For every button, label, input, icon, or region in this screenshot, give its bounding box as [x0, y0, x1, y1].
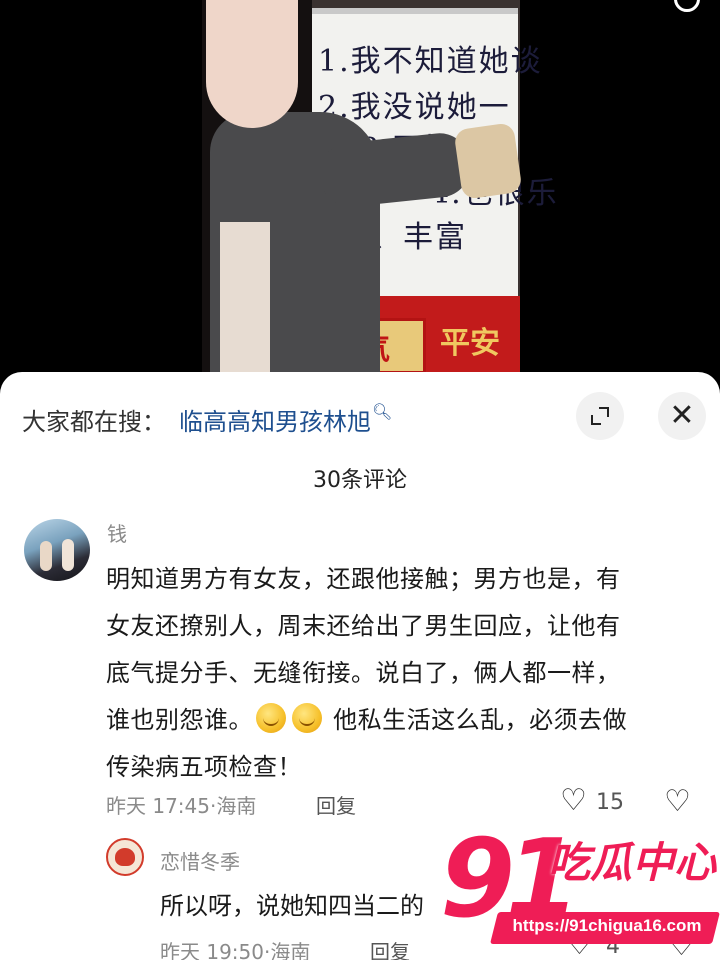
avatar[interactable]	[106, 838, 144, 876]
comment-username[interactable]: 钱	[107, 518, 127, 547]
sheet-header: 大家都在搜： 临高高知男孩林旭🔍︎ ✕	[0, 372, 720, 462]
comment-username[interactable]: 恋惜冬季	[160, 846, 240, 875]
comment-count: 30条评论	[313, 468, 407, 493]
broken-heart-icon: ♡	[668, 928, 695, 960]
like-button[interactable]: ♡	[566, 930, 593, 960]
trending-search-link[interactable]: 临高高知男孩林旭🔍︎	[179, 402, 392, 437]
presenter-cuff	[453, 122, 523, 200]
banner-right-text: 平安	[440, 326, 500, 361]
comment-line: 底气提分手、无缝衔接。说白了，俩人都一样，	[106, 659, 621, 687]
expand-icon	[591, 407, 609, 425]
comment-line: 谁也别怨谁。 他私生活这么乱，必须去做	[106, 697, 704, 744]
avatar[interactable]	[24, 519, 90, 581]
search-icon: 🔍︎	[372, 402, 393, 421]
comment-line-start: 谁也别怨谁。	[106, 706, 253, 734]
comment-time: 昨天 19:50	[160, 940, 264, 960]
comment-line-end: 他私生活这么乱，必须去做	[325, 706, 628, 734]
comment-location: 海南	[216, 794, 257, 818]
video-player[interactable]: 1.我不知道她谈 2.我没说她一 3.不比她 4.也很乐 5、丰富 福气 平安	[0, 0, 720, 372]
close-icon: ✕	[669, 398, 695, 433]
expand-button[interactable]	[576, 392, 624, 440]
like-count: 15	[596, 790, 624, 815]
comment-time: 昨天 17:45	[106, 794, 210, 818]
comment-location: 海南	[270, 940, 311, 960]
dislike-button[interactable]: ♡	[668, 928, 695, 960]
like-button[interactable]: ♡	[560, 786, 587, 816]
search-icon[interactable]	[674, 0, 700, 12]
reply-button[interactable]: 回复	[316, 790, 356, 819]
comment-meta: 昨天 19:50·海南	[160, 936, 310, 960]
close-button[interactable]: ✕	[658, 392, 706, 440]
comment-line: 明知道男方有女友，还跟他接触；男方也是，有	[106, 565, 621, 593]
trending-search-label: 大家都在搜：	[22, 408, 166, 436]
trending-search-term[interactable]: 临高高知男孩林旭	[179, 408, 371, 436]
reply-button[interactable]: 回复	[370, 936, 410, 960]
comment-meta: 昨天 17:45·海南	[106, 790, 256, 819]
whiteboard-line: 1.我不知道她谈	[318, 44, 543, 79]
dislike-button[interactable]: ♡	[664, 784, 691, 819]
presenter-face	[206, 0, 298, 128]
comment-sheet: 大家都在搜： 临高高知男孩林旭🔍︎ ✕ 30条评论 钱 明知道男方有女友，还跟他…	[0, 372, 720, 960]
like-count: 4	[606, 934, 620, 959]
comment-line: 传染病五项检查！	[106, 753, 302, 781]
pouting-kiss-emoji-icon	[256, 703, 286, 733]
broken-heart-icon: ♡	[664, 784, 691, 819]
heart-icon: ♡	[560, 783, 587, 818]
presenter-top	[220, 222, 270, 372]
comment-text: 明知道男方有女友，还跟他接触；男方也是，有 女友还撩别人，周末还给出了男生回应，…	[106, 556, 704, 791]
pouting-kiss-emoji-icon	[292, 703, 322, 733]
heart-icon: ♡	[566, 927, 593, 960]
comment-line: 女友还撩别人，周末还给出了男生回应，让他有	[106, 612, 621, 640]
comment-text: 所以呀，说她知四当二的	[160, 892, 424, 920]
